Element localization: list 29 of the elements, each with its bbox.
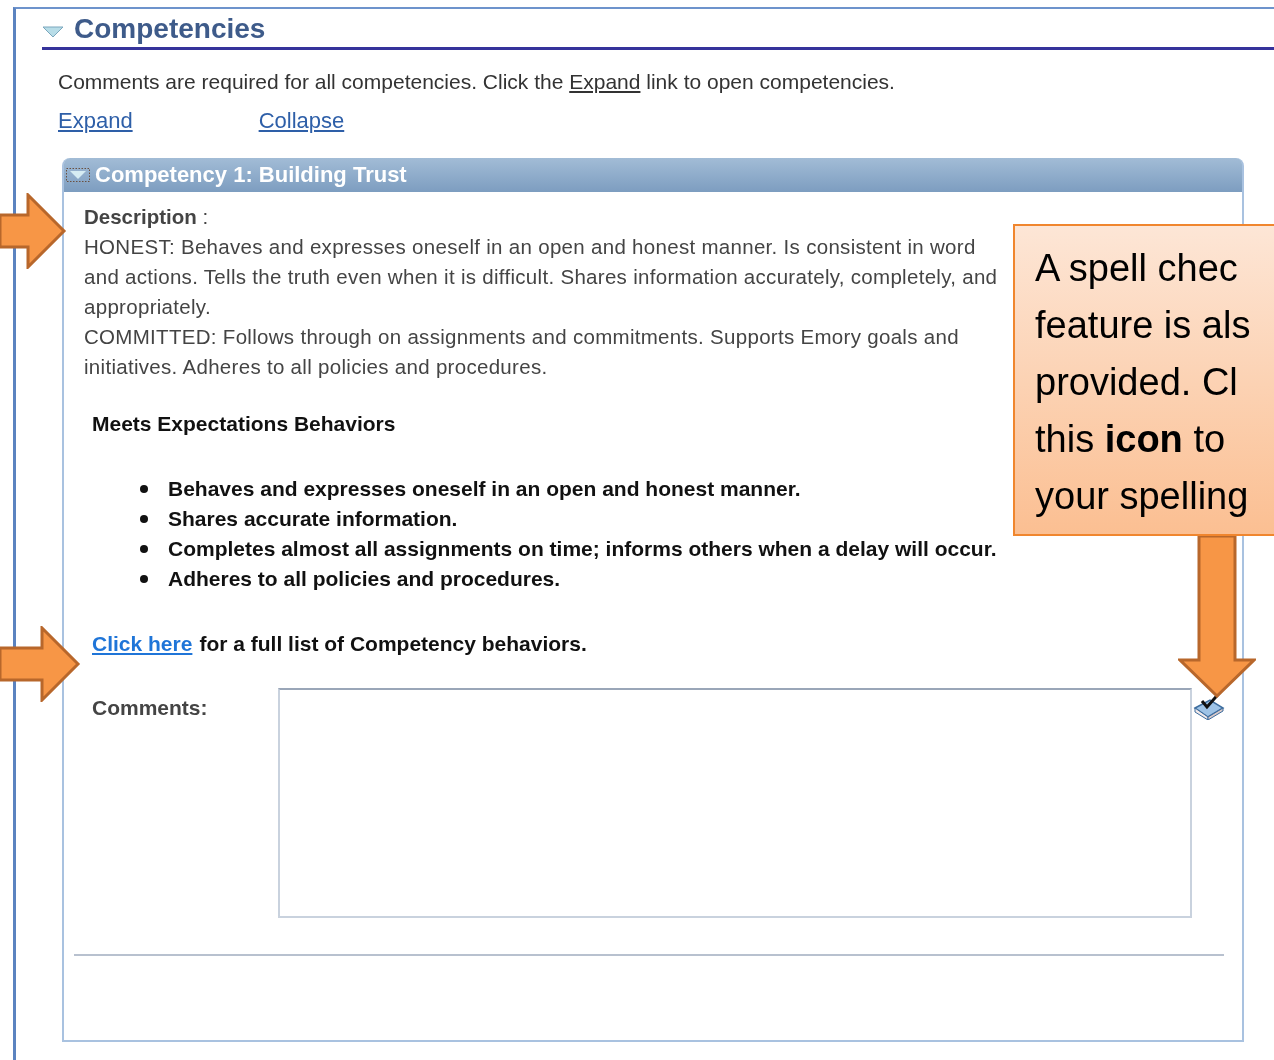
bullet-icon [140, 545, 148, 553]
comments-field[interactable] [278, 688, 1192, 918]
expand-link[interactable]: Expand [569, 70, 641, 93]
callout-text: provided. Cl [1035, 360, 1238, 405]
colon-text: : [202, 205, 209, 228]
behavior-text: Adheres to all policies and procedures. [168, 567, 561, 591]
behavior-text: Completes almost all assignments on time; informs others when a delay will occur. [168, 537, 997, 561]
callout-text: this icon to [1035, 417, 1226, 462]
description-label: Description [84, 205, 197, 228]
toggle-link[interactable]: Collapse [258, 108, 345, 134]
description-text: COMMITTED: Follows through on assignments and commitments. Supports Emory goals and initiatives. Adheres to all policies and procedures. [84, 324, 960, 380]
toggle-link[interactable]: Expand [58, 108, 133, 134]
comments-label: Comments: [92, 696, 209, 720]
click-here-link[interactable]: Click here [92, 632, 193, 656]
bullet-icon [140, 485, 148, 493]
callout-text: your spelling [1035, 474, 1249, 519]
description-text: HONEST: Behaves and expresses oneself in an open and honest manner. Is consistent in word and actions. Tells the truth even when it is difficult. Shares information accurately, completely, and appropriately. [84, 234, 999, 320]
behaviors-heading: Meets Expectations Behaviors [92, 412, 397, 436]
behavior-text: Behaves and expresses oneself in an open and honest manner. [168, 477, 801, 501]
full-list-text: for a full list of Competency behaviors. [199, 632, 587, 656]
bullet-icon [140, 575, 148, 583]
behavior-text: Shares accurate information. [168, 507, 458, 531]
callout-text: A spell chec [1035, 246, 1238, 291]
callout-text: feature is als [1035, 303, 1251, 348]
collapse-triangle-icon[interactable] [42, 26, 64, 38]
bullet-icon [140, 515, 148, 523]
panel-title: Competency 1: Building Trust [95, 162, 407, 188]
section-title: Competencies [74, 13, 266, 45]
instructions-text: Comments are required for all competencies. Click the Expand link to open competencies. [58, 70, 896, 94]
